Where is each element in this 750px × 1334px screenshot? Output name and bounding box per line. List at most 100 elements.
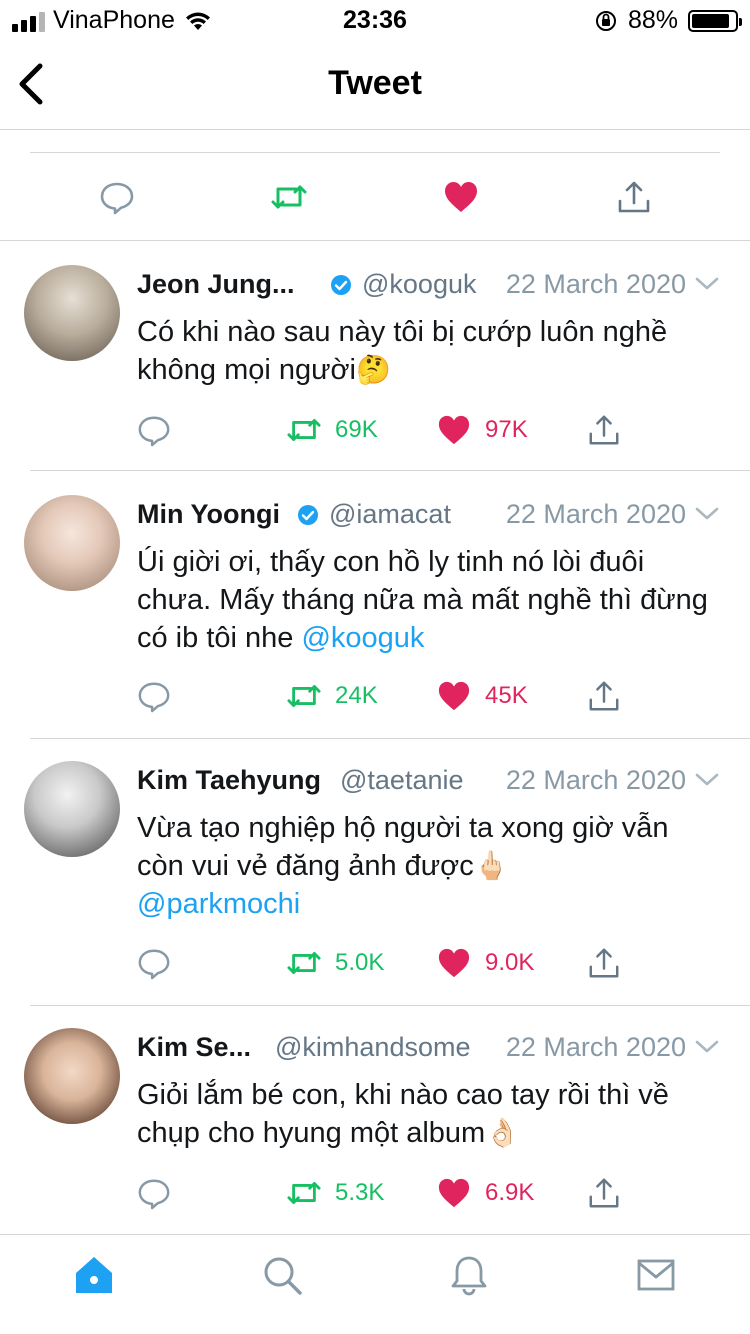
reply-actions: 24K 45K <box>137 679 720 719</box>
reply-header: Jeon Jung... @kooguk 22 March 2020 <box>137 269 720 305</box>
avatar[interactable] <box>24 761 120 857</box>
mention-link[interactable]: @parkmochi <box>137 888 300 920</box>
tweet-date: 22 March 2020 <box>505 269 686 299</box>
user-handle[interactable]: @kooguk <box>362 269 476 300</box>
tweet-text-body: Vừa tạo nghiệp hộ người ta xong giờ vẫn … <box>137 812 669 882</box>
reply-tweet[interactable]: Kim Taehyung @taetanie 22 March 2020 Vừa… <box>0 739 750 1006</box>
chevron-down-icon[interactable] <box>694 771 720 789</box>
tab-bar <box>0 1234 750 1334</box>
tweet-date: 22 March 2020 <box>505 499 686 529</box>
reply-actions: 69K 97K <box>137 413 720 453</box>
reply-button[interactable] <box>137 1176 171 1210</box>
navigation-bar: Tweet <box>0 40 750 130</box>
reply-icon <box>138 1179 170 1210</box>
like-count: 45K <box>485 682 528 709</box>
share-icon <box>589 948 619 978</box>
retweet-button[interactable]: 24K <box>287 679 378 713</box>
like-count: 6.9K <box>485 1179 535 1206</box>
page-title: Tweet <box>328 64 422 102</box>
retweet-button[interactable]: 69K <box>287 413 378 447</box>
chevron-down-icon[interactable] <box>694 1038 720 1056</box>
share-button[interactable] <box>587 413 621 447</box>
messages-icon[interactable] <box>634 1253 678 1297</box>
like-count: 9.0K <box>485 949 535 976</box>
user-handle[interactable]: @kimhandsome <box>275 1032 471 1063</box>
verified-badge-icon <box>298 505 318 525</box>
reply-tweet[interactable]: Kim Se... @kimhandsome 22 March 2020 Giỏ… <box>0 1006 750 1234</box>
retweet-icon <box>287 685 321 707</box>
search-icon[interactable] <box>260 1253 304 1297</box>
battery-icon <box>688 9 742 32</box>
display-name[interactable]: Kim Se... <box>137 1032 251 1063</box>
display-name[interactable]: Kim Taehyung <box>137 765 321 796</box>
reply-tweet[interactable]: Jeon Jung... @kooguk 22 March 2020 Có kh… <box>0 241 750 471</box>
display-name[interactable]: Min Yoongi <box>137 499 280 530</box>
verified-badge-icon <box>331 275 351 295</box>
battery-level <box>692 13 729 28</box>
reply-icon[interactable] <box>99 179 135 215</box>
retweet-count: 5.0K <box>335 949 385 976</box>
share-icon <box>589 415 619 445</box>
divider <box>30 152 720 153</box>
share-button[interactable] <box>587 679 621 713</box>
retweet-count: 24K <box>335 682 378 709</box>
avatar[interactable] <box>24 495 120 591</box>
finger-emoji: 🖕🏻 <box>473 850 509 881</box>
avatar[interactable] <box>24 1028 120 1124</box>
like-icon <box>438 681 470 711</box>
chevron-down-icon[interactable] <box>694 505 720 523</box>
retweet-icon <box>287 419 321 441</box>
like-button[interactable]: 9.0K <box>437 946 534 980</box>
reply-actions: 5.0K 9.0K <box>137 946 720 986</box>
thinking-emoji: 🤔 <box>356 354 391 385</box>
reply-icon <box>138 416 170 447</box>
notifications-icon[interactable] <box>447 1253 491 1297</box>
reply-header: Min Yoongi @iamacat 22 March 2020 <box>137 499 720 535</box>
reply-header: Kim Taehyung @taetanie 22 March 2020 <box>137 765 720 801</box>
tweet-date: 22 March 2020 <box>505 765 686 795</box>
reply-button[interactable] <box>137 413 171 447</box>
reply-button[interactable] <box>137 679 171 713</box>
user-handle[interactable]: @taetanie <box>340 765 464 796</box>
mention-link[interactable]: @kooguk <box>301 622 424 654</box>
reply-actions: 5.3K 6.9K <box>137 1176 720 1216</box>
avatar[interactable] <box>24 265 120 361</box>
share-icon[interactable] <box>616 179 652 215</box>
retweet-button[interactable]: 5.3K <box>287 1176 384 1210</box>
like-icon <box>438 948 470 978</box>
reply-tweet[interactable]: Min Yoongi @iamacat 22 March 2020 Úi giờ… <box>0 471 750 739</box>
battery-percent: 88% <box>627 6 678 34</box>
orientation-lock-icon <box>595 10 616 31</box>
retweet-icon[interactable] <box>271 179 307 215</box>
retweet-icon <box>287 1182 321 1204</box>
share-button[interactable] <box>587 946 621 980</box>
tweet-text: Giỏi lắm bé con, khi nào cao tay rồi thì… <box>137 1076 720 1152</box>
like-icon[interactable] <box>443 179 479 215</box>
share-button[interactable] <box>587 1176 621 1210</box>
like-button[interactable]: 45K <box>437 679 528 713</box>
home-icon[interactable] <box>72 1253 116 1297</box>
tweet-date: 22 March 2020 <box>505 1032 686 1062</box>
share-icon <box>589 1178 619 1208</box>
ok-hand-emoji: 👌🏻 <box>485 1117 521 1148</box>
user-handle[interactable]: @iamacat <box>329 499 451 530</box>
share-icon <box>589 681 619 711</box>
like-icon <box>438 1178 470 1208</box>
retweet-count: 5.3K <box>335 1179 385 1206</box>
status-right: 88% <box>594 6 742 35</box>
retweet-button[interactable]: 5.0K <box>287 946 384 980</box>
retweet-icon <box>287 952 321 974</box>
tweet-text-body: Có khi nào sau này tôi bị cướp luôn nghề… <box>137 316 668 386</box>
retweet-count: 69K <box>335 416 378 443</box>
display-name[interactable]: Jeon Jung... <box>137 269 295 300</box>
like-button[interactable]: 6.9K <box>437 1176 534 1210</box>
reply-icon <box>138 949 170 980</box>
like-button[interactable]: 97K <box>437 413 528 447</box>
tweet-text-body: Giỏi lắm bé con, khi nào cao tay rồi thì… <box>137 1079 669 1149</box>
like-count: 97K <box>485 416 528 443</box>
tweet-text: Úi giời ơi, thấy con hồ ly tinh nó lòi đ… <box>137 543 720 657</box>
status-bar: VinaPhone 23:36 88% <box>0 0 750 40</box>
tweet-text: Có khi nào sau này tôi bị cướp luôn nghề… <box>137 313 720 389</box>
reply-button[interactable] <box>137 946 171 980</box>
chevron-down-icon[interactable] <box>694 275 720 293</box>
